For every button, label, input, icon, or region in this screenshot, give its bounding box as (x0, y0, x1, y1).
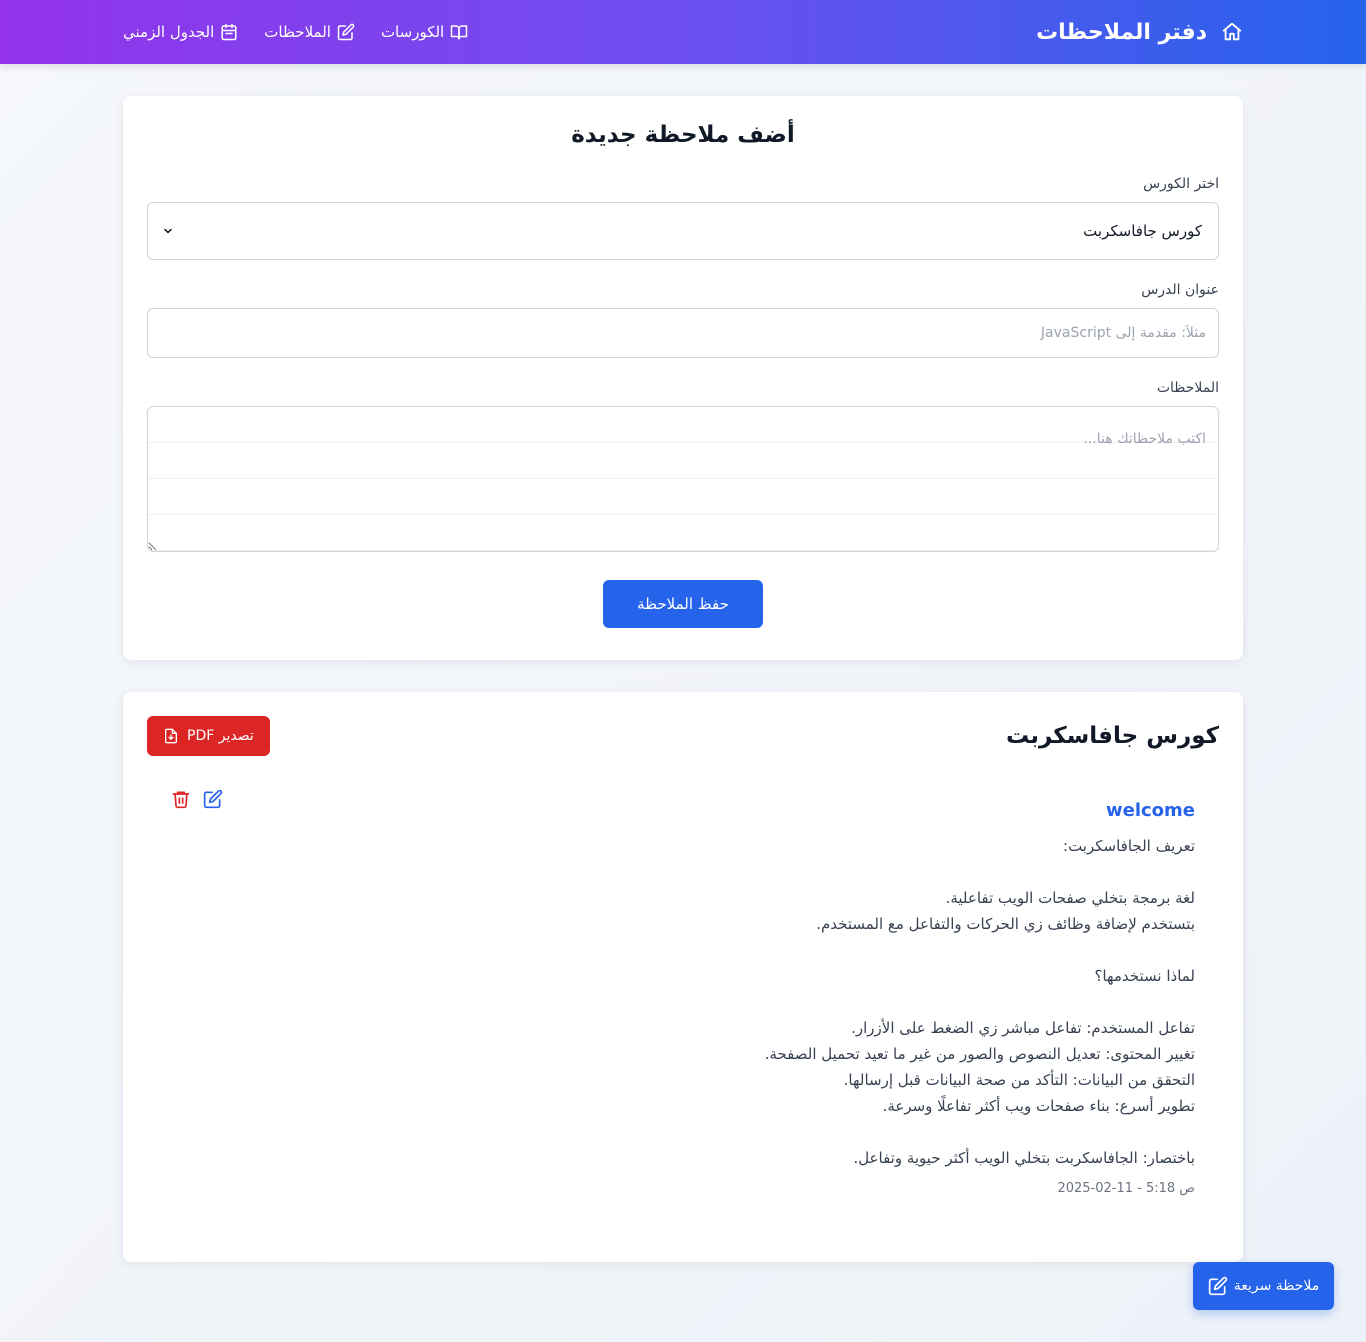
lesson-title-label: عنوان الدرس (1141, 282, 1219, 298)
course-select[interactable]: كورس جافاسكربت (147, 202, 1219, 260)
course-notes-header: كورس جافاسكربت تصدير PDF (147, 716, 1219, 756)
note-item: welcome تعريف الجافاسكربت: لغة برمجة بتخ… (147, 789, 1219, 1196)
note-body: تعريف الجافاسكربت: لغة برمجة بتخلي صفحات… (764, 837, 1195, 1167)
main-nav: الكورسات الملاحظات الجدول الزمني (123, 23, 468, 41)
book-open-icon (450, 23, 468, 41)
note-actions (171, 788, 223, 810)
add-note-card: أضف ملاحظة جديدة اختر الكورس كورس جافاسك… (123, 96, 1243, 660)
nav-schedule-label: الجدول الزمني (123, 23, 215, 41)
course-select-label: اختر الكورس (1143, 176, 1219, 192)
quick-note-label: ملاحظة سريعة (1233, 1278, 1320, 1294)
notes-label: الملاحظات (1156, 380, 1219, 396)
edit-icon[interactable] (203, 788, 223, 810)
quick-note-button[interactable]: ملاحظة سريعة (1193, 1262, 1334, 1310)
trash-icon[interactable] (171, 788, 191, 810)
note-date: 2025-02-11 - 5:18 ص (1057, 1181, 1195, 1196)
note-title: welcome (1105, 800, 1195, 821)
brand[interactable]: دفتر الملاحظات (1036, 20, 1243, 45)
edit-icon (337, 23, 355, 41)
form-title: أضف ملاحظة جديدة (571, 122, 795, 148)
save-wrap: حفظ الملاحظة (147, 580, 1219, 628)
home-icon[interactable] (1221, 21, 1243, 43)
nav-courses-label: الكورسات (380, 23, 445, 41)
save-note-button[interactable]: حفظ الملاحظة (603, 580, 763, 628)
export-pdf-label: تصدير PDF (187, 728, 254, 744)
nav-notes[interactable]: الملاحظات (264, 23, 355, 41)
course-title: كورس جافاسكربت (1006, 723, 1219, 749)
nav-courses[interactable]: الكورسات (381, 23, 468, 41)
export-pdf-button[interactable]: تصدير PDF (147, 716, 270, 756)
file-download-icon (163, 728, 179, 744)
nav-schedule[interactable]: الجدول الزمني (123, 23, 238, 41)
calendar-icon (220, 23, 238, 41)
brand-title: دفتر الملاحظات (1036, 19, 1207, 45)
notes-textarea[interactable] (147, 406, 1219, 552)
nav-notes-label: الملاحظات (264, 23, 331, 41)
chevron-down-icon (162, 225, 174, 237)
course-notes-card: كورس جافاسكربت تصدير PDF welcome تعريف ا… (123, 692, 1243, 1262)
edit-icon (1208, 1276, 1228, 1296)
top-navbar: دفتر الملاحظات الكورسات الملاحظات الجدول… (0, 0, 1366, 64)
lesson-title-input[interactable] (147, 308, 1219, 358)
course-select-value: كورس جافاسكربت (1083, 222, 1202, 240)
